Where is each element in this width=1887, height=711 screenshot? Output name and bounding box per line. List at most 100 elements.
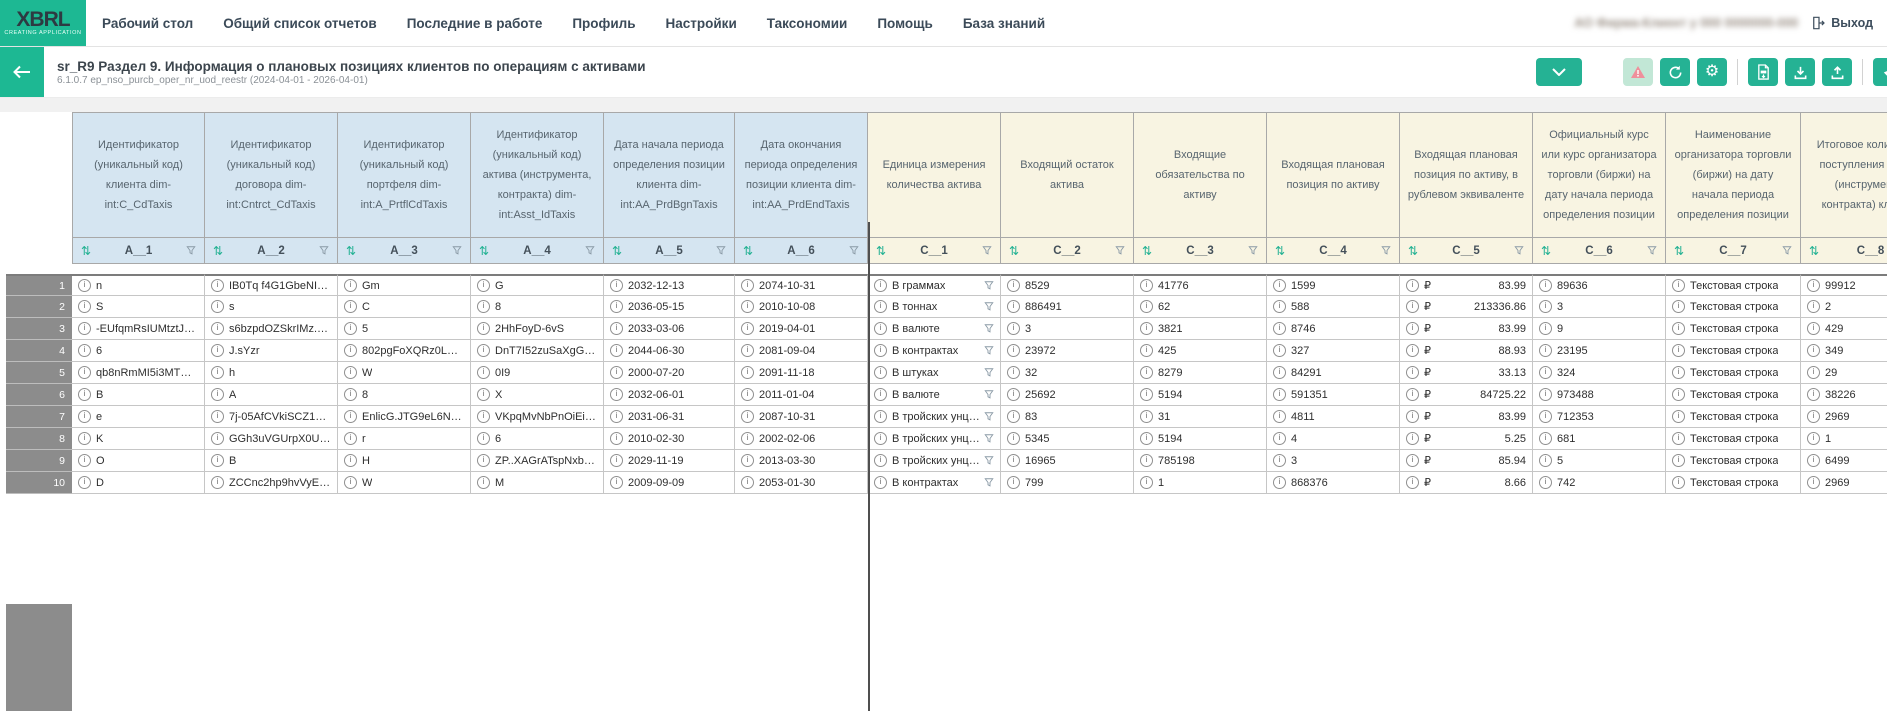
filter-icon[interactable]	[849, 245, 859, 256]
info-icon[interactable]: i	[477, 454, 490, 467]
info-icon[interactable]: i	[1807, 322, 1820, 335]
sort-icon[interactable]: ⇅	[1009, 245, 1019, 257]
cell-A__3[interactable]: iH	[338, 450, 471, 472]
row-number[interactable]: 10	[6, 472, 72, 494]
info-icon[interactable]: i	[1539, 388, 1552, 401]
filter-icon[interactable]	[1381, 245, 1391, 256]
info-icon[interactable]: i	[1539, 476, 1552, 489]
cell-A__2[interactable]: i IB0Tq f4G1GbeNI9E...	[205, 274, 338, 296]
cell-C__8[interactable]: i 2969	[1801, 406, 1887, 428]
cell-A__4[interactable]: i DnT7I52zuSaXgG.6B...	[471, 340, 604, 362]
info-icon[interactable]: i	[477, 410, 490, 423]
cell-A__4[interactable]: iX	[471, 384, 604, 406]
info-icon[interactable]: i	[211, 322, 224, 335]
cell-C__2[interactable]: i3	[1001, 318, 1134, 340]
info-icon[interactable]: i	[610, 410, 623, 423]
info-icon[interactable]: i	[211, 388, 224, 401]
cell-A__3[interactable]: iW	[338, 362, 471, 384]
info-icon[interactable]: i	[741, 279, 754, 292]
cell-A__3[interactable]: i5	[338, 318, 471, 340]
nav-item-knowledge-base[interactable]: База знаний	[963, 16, 1045, 31]
info-icon[interactable]: i	[1406, 366, 1419, 379]
info-icon[interactable]: i	[477, 366, 490, 379]
cell-A__5[interactable]: i 2010-02-30	[604, 428, 735, 450]
info-icon[interactable]: i	[741, 410, 754, 423]
expand-panel-button[interactable]	[1536, 58, 1582, 86]
row-number[interactable]: 4	[6, 340, 72, 362]
info-icon[interactable]: i	[1007, 366, 1020, 379]
info-icon[interactable]: i	[211, 410, 224, 423]
info-icon[interactable]: i	[1140, 432, 1153, 445]
settings-button[interactable]: ⚙	[1697, 58, 1727, 86]
info-icon[interactable]: i	[1273, 454, 1286, 467]
info-icon[interactable]: i	[1406, 300, 1419, 313]
info-icon[interactable]: i	[610, 454, 623, 467]
info-icon[interactable]: i	[1007, 279, 1020, 292]
cell-A__6[interactable]: i 2013-03-30	[735, 450, 868, 472]
info-icon[interactable]: i	[344, 300, 357, 313]
filter-icon[interactable]	[982, 245, 992, 256]
info-icon[interactable]: i	[1672, 300, 1685, 313]
cell-A__1[interactable]: iO	[72, 450, 205, 472]
cell-A__1[interactable]: iS	[72, 296, 205, 318]
info-icon[interactable]: i	[741, 322, 754, 335]
info-icon[interactable]: i	[1807, 300, 1820, 313]
info-icon[interactable]: i	[1807, 476, 1820, 489]
info-icon[interactable]: i	[344, 432, 357, 445]
cell-C__3[interactable]: i 425	[1134, 340, 1267, 362]
sort-icon[interactable]: ⇅	[1275, 245, 1285, 257]
cell-A__2[interactable]: i GGh3uVGUrpX0U7tz...	[205, 428, 338, 450]
cell-C__4[interactable]: i 84291	[1267, 362, 1400, 384]
enum-dropdown-icon[interactable]	[984, 345, 994, 356]
cell-A__3[interactable]: i EnlicG.JTG9eL6N7.3...	[338, 406, 471, 428]
info-icon[interactable]: i	[610, 344, 623, 357]
cell-C__8[interactable]: i 349	[1801, 340, 1887, 362]
cell-C__7[interactable]: i Текстовая строка	[1666, 362, 1801, 384]
row-number[interactable]: 5	[6, 362, 72, 384]
cell-C__5[interactable]: i ₽33.13	[1400, 362, 1533, 384]
cell-C__5[interactable]: i ₽83.99	[1400, 318, 1533, 340]
cell-C__4[interactable]: i 591351	[1267, 384, 1400, 406]
info-icon[interactable]: i	[610, 322, 623, 335]
info-icon[interactable]: i	[211, 454, 224, 467]
cell-A__6[interactable]: i 2081-09-04	[735, 340, 868, 362]
info-icon[interactable]: i	[610, 366, 623, 379]
cell-C__6[interactable]: i 973488	[1533, 384, 1666, 406]
cell-C__4[interactable]: i 8746	[1267, 318, 1400, 340]
enum-dropdown-icon[interactable]	[984, 433, 994, 444]
info-icon[interactable]: i	[874, 322, 887, 335]
cell-A__2[interactable]: i 7j-05AfCVkiSCZ1AKcP...	[205, 406, 338, 428]
info-icon[interactable]: i	[1140, 366, 1153, 379]
cell-C__5[interactable]: i ₽85.94	[1400, 450, 1533, 472]
info-icon[interactable]: i	[1007, 476, 1020, 489]
info-icon[interactable]: i	[1406, 432, 1419, 445]
cell-A__1[interactable]: iB	[72, 384, 205, 406]
cell-C__7[interactable]: i Текстовая строка	[1666, 274, 1801, 296]
cell-C__1[interactable]: i В контрактах	[868, 340, 1001, 362]
info-icon[interactable]: i	[874, 432, 887, 445]
cell-C__6[interactable]: i 324	[1533, 362, 1666, 384]
cell-A__4[interactable]: i6	[471, 428, 604, 450]
cell-A__1[interactable]: in	[72, 274, 205, 296]
sort-icon[interactable]: ⇅	[81, 245, 91, 257]
cell-C__4[interactable]: i 327	[1267, 340, 1400, 362]
enum-dropdown-icon[interactable]	[984, 301, 994, 312]
filter-icon[interactable]	[186, 245, 196, 256]
cell-C__1[interactable]: i В тоннах	[868, 296, 1001, 318]
cell-C__8[interactable]: i 99912	[1801, 274, 1887, 296]
info-icon[interactable]: i	[1807, 279, 1820, 292]
info-icon[interactable]: i	[211, 344, 224, 357]
info-icon[interactable]: i	[78, 300, 91, 313]
info-icon[interactable]: i	[1539, 432, 1552, 445]
info-icon[interactable]: i	[610, 279, 623, 292]
sort-icon[interactable]: ⇅	[1408, 245, 1418, 257]
cell-A__1[interactable]: ie	[72, 406, 205, 428]
info-icon[interactable]: i	[1007, 432, 1020, 445]
info-icon[interactable]: i	[344, 344, 357, 357]
cell-A__1[interactable]: i qb8nRmMI5i3MTRO...	[72, 362, 205, 384]
cell-A__6[interactable]: i 2087-10-31	[735, 406, 868, 428]
info-icon[interactable]: i	[1406, 454, 1419, 467]
enum-dropdown-icon[interactable]	[984, 477, 994, 488]
info-icon[interactable]: i	[344, 322, 357, 335]
cell-C__6[interactable]: i 681	[1533, 428, 1666, 450]
